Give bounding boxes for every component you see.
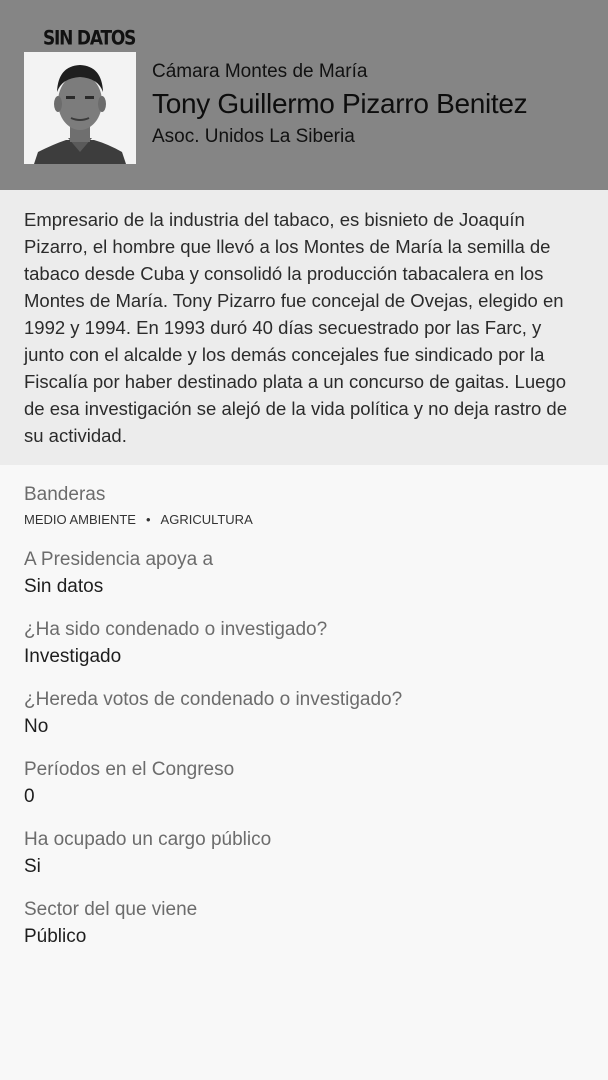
field-label: A Presidencia apoya a [24,549,214,570]
banderas-label: Banderas [24,484,106,505]
candidate-name: Tony Guillermo Pizarro Benitez [152,88,528,119]
field-label: Períodos en el Congreso [24,759,235,780]
party-label: Asoc. Unidos La Siberia [152,126,355,147]
field-value: Si [24,856,41,877]
field-cargo-publico: Ha ocupado un cargo público Si [24,827,271,881]
field-label: ¿Ha sido condenado o investigado? [24,619,328,640]
banderas-section: Banderas MEDIO AMBIENTE • AGRICULTURA [24,482,253,528]
field-value: 0 [24,786,35,807]
field-label: ¿Hereda votos de condenado o investigado… [24,689,403,710]
field-value: Investigado [24,646,122,667]
field-label: Ha ocupado un cargo público [24,829,272,850]
bandera-separator: • [145,512,151,527]
bandera-item: AGRICULTURA [160,512,253,527]
banderas-list: MEDIO AMBIENTE • AGRICULTURA [24,512,253,528]
profile-header: SIN DATOS Cámara Montes de María Tony Gu… [0,0,608,190]
bandera-item: MEDIO AMBIENTE [24,512,136,527]
status-badge: SIN DATOS [43,27,136,50]
field-hereda-votos: ¿Hereda votos de condenado o investigado… [24,687,402,741]
biography: Empresario de la industria del tabaco, e… [0,190,608,465]
field-sector: Sector del que viene Público [24,897,197,951]
field-periodos: Períodos en el Congreso 0 [24,757,234,811]
candidate-portrait-image [24,52,136,164]
field-presidencia: A Presidencia apoya a Sin datos [24,547,213,601]
field-condenado: ¿Ha sido condenado o investigado? Invest… [24,617,327,671]
chamber-label: Cámara Montes de María [152,61,368,82]
candidate-photo [24,52,136,164]
field-value: Público [24,926,87,947]
field-value: Sin datos [24,576,104,597]
field-value: No [24,716,49,737]
field-label: Sector del que viene [24,899,198,920]
